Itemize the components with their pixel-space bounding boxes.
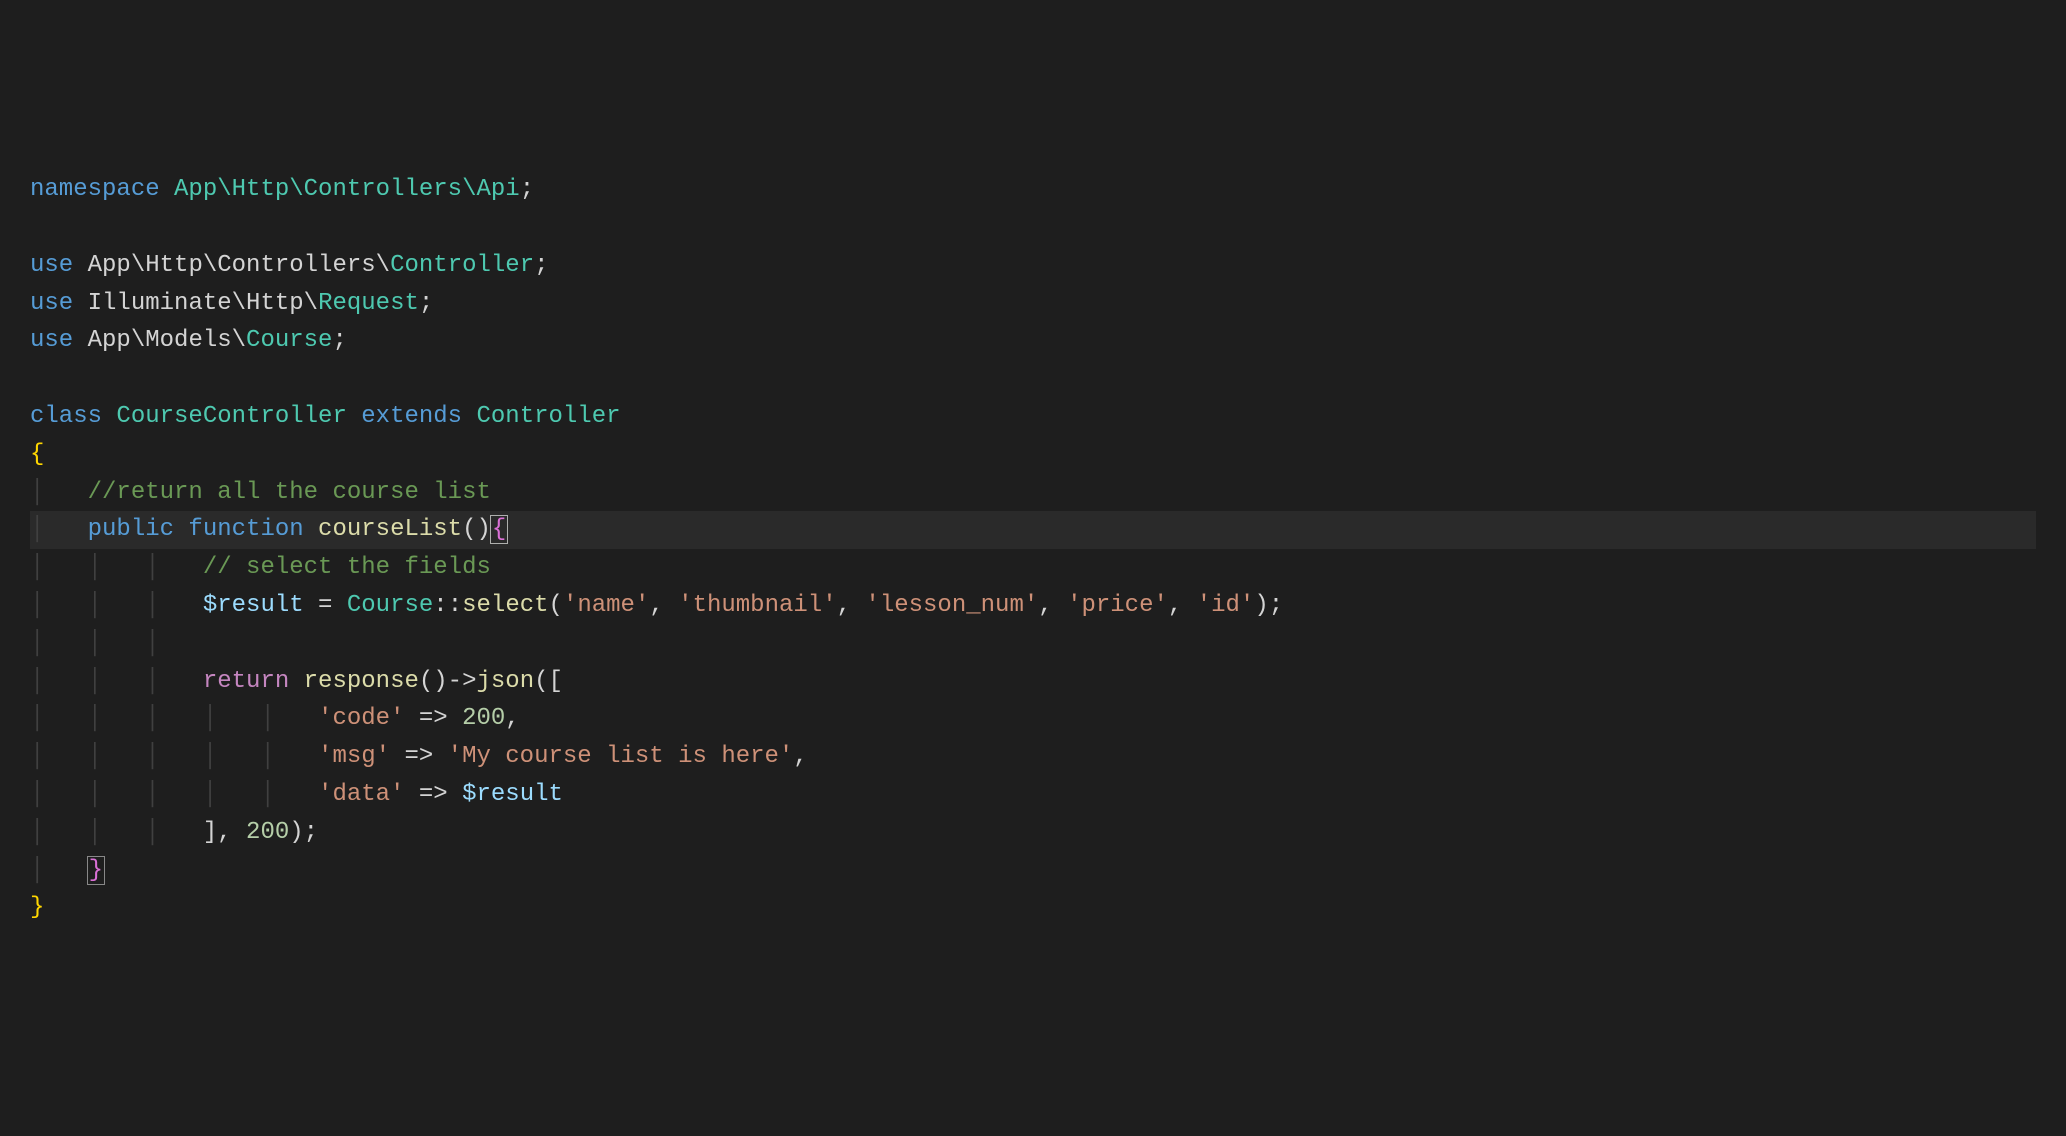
indent-guide: │ xyxy=(30,479,88,506)
code-line: { xyxy=(30,441,44,468)
paren-open: ( xyxy=(549,592,563,619)
paren-close: ); xyxy=(289,819,318,846)
space xyxy=(289,668,303,695)
comma: , xyxy=(1038,592,1067,619)
string-arg: 'price' xyxy=(1067,592,1168,619)
namespace-path: App\Http\Controllers\Api xyxy=(160,176,520,203)
class-ref: Course xyxy=(246,327,332,354)
comment: // select the fields xyxy=(203,554,491,581)
code-line: │ │ │ return response()->json([ xyxy=(30,668,563,695)
brace-close-match: } xyxy=(87,856,105,885)
fat-arrow: => xyxy=(404,781,462,808)
string-arg: 'thumbnail' xyxy=(678,592,836,619)
string-arg: 'id' xyxy=(1197,592,1255,619)
keyword-use: use xyxy=(30,252,73,279)
operator-assign: = xyxy=(304,592,347,619)
semicolon: ; xyxy=(520,176,534,203)
keyword-return: return xyxy=(203,668,289,695)
code-editor[interactable]: namespace App\Http\Controllers\Api; use … xyxy=(30,171,2036,927)
code-line: │ } xyxy=(30,857,105,884)
semicolon: ; xyxy=(419,290,433,317)
number-literal: 200 xyxy=(462,705,505,732)
string-literal: 'My course list is here' xyxy=(448,743,794,770)
string-arg: 'lesson_num' xyxy=(865,592,1038,619)
comma: , xyxy=(793,743,807,770)
indent-guide: │ xyxy=(30,857,88,884)
indent-guide: │ │ │ │ │ xyxy=(30,743,318,770)
keyword-namespace: namespace xyxy=(30,176,160,203)
variable: $result xyxy=(203,592,304,619)
indent-guide: │ │ │ xyxy=(30,630,160,657)
indent-guide: │ │ │ │ │ xyxy=(30,781,318,808)
fat-arrow: => xyxy=(390,743,448,770)
use-path: App\Http\Controllers\ xyxy=(73,252,390,279)
array-key: 'code' xyxy=(318,705,404,732)
code-line: class CourseController extends Controlle… xyxy=(30,403,621,430)
use-path: Illuminate\Http\ xyxy=(73,290,318,317)
keyword-class: class xyxy=(30,403,102,430)
keyword-use: use xyxy=(30,327,73,354)
array-key: 'msg' xyxy=(318,743,390,770)
brace-close: } xyxy=(30,894,44,921)
code-line: │ │ │ ], 200); xyxy=(30,819,318,846)
fat-arrow: => xyxy=(404,705,462,732)
indent-guide: │ │ │ xyxy=(30,819,203,846)
parens: () xyxy=(462,516,491,543)
method-name: courseList xyxy=(304,516,462,543)
code-line: use App\Http\Controllers\Controller; xyxy=(30,252,549,279)
bracket-close: ], xyxy=(203,819,246,846)
indent-guide: │ │ │ xyxy=(30,592,203,619)
brace-open: { xyxy=(30,441,44,468)
comma: , xyxy=(649,592,678,619)
code-line xyxy=(30,214,44,241)
indent-guide: │ │ │ xyxy=(30,554,203,581)
code-line: namespace App\Http\Controllers\Api; xyxy=(30,176,534,203)
code-line: use App\Models\Course; xyxy=(30,327,347,354)
semicolon: ; xyxy=(534,252,548,279)
paren-close: ); xyxy=(1254,592,1283,619)
keyword-function: function xyxy=(174,516,304,543)
string-arg: 'name' xyxy=(563,592,649,619)
comma: , xyxy=(837,592,866,619)
code-line: │ │ │ $result = Course::select('name', '… xyxy=(30,592,1283,619)
brace-open-cursor: { xyxy=(490,515,508,544)
code-line xyxy=(30,365,44,392)
code-line: │ │ │ // select the fields xyxy=(30,554,491,581)
variable: $result xyxy=(462,781,563,808)
code-line: │ │ │ │ │ 'msg' => 'My course list is he… xyxy=(30,743,808,770)
array-key: 'data' xyxy=(318,781,404,808)
comment: //return all the course list xyxy=(88,479,491,506)
code-line: │ │ │ │ │ 'data' => $result xyxy=(30,781,563,808)
indent-guide: │ │ │ xyxy=(30,668,203,695)
indent-guide: │ xyxy=(30,516,88,543)
use-path: App\Models\ xyxy=(73,327,246,354)
code-line: │ //return all the course list xyxy=(30,479,491,506)
class-name: CourseController xyxy=(102,403,347,430)
code-line: use Illuminate\Http\Request; xyxy=(30,290,433,317)
code-line: } xyxy=(30,894,44,921)
code-line-cursor: │ public function courseList(){ xyxy=(30,511,2036,549)
number-literal: 200 xyxy=(246,819,289,846)
code-line: │ │ │ xyxy=(30,630,160,657)
comma: , xyxy=(505,705,519,732)
method-call: json xyxy=(476,668,534,695)
double-colon: :: xyxy=(433,592,462,619)
semicolon: ; xyxy=(332,327,346,354)
paren-bracket-open: ([ xyxy=(534,668,563,695)
keyword-public: public xyxy=(88,516,174,543)
keyword-extends: extends xyxy=(347,403,462,430)
function-call: response xyxy=(304,668,419,695)
arrow-chain: ()-> xyxy=(419,668,477,695)
class-ref: Controller xyxy=(390,252,534,279)
base-class: Controller xyxy=(462,403,620,430)
method-call: select xyxy=(462,592,548,619)
keyword-use: use xyxy=(30,290,73,317)
class-ref: Request xyxy=(318,290,419,317)
comma: , xyxy=(1168,592,1197,619)
code-line: │ │ │ │ │ 'code' => 200, xyxy=(30,705,520,732)
class-ref: Course xyxy=(347,592,433,619)
indent-guide: │ │ │ │ │ xyxy=(30,705,318,732)
